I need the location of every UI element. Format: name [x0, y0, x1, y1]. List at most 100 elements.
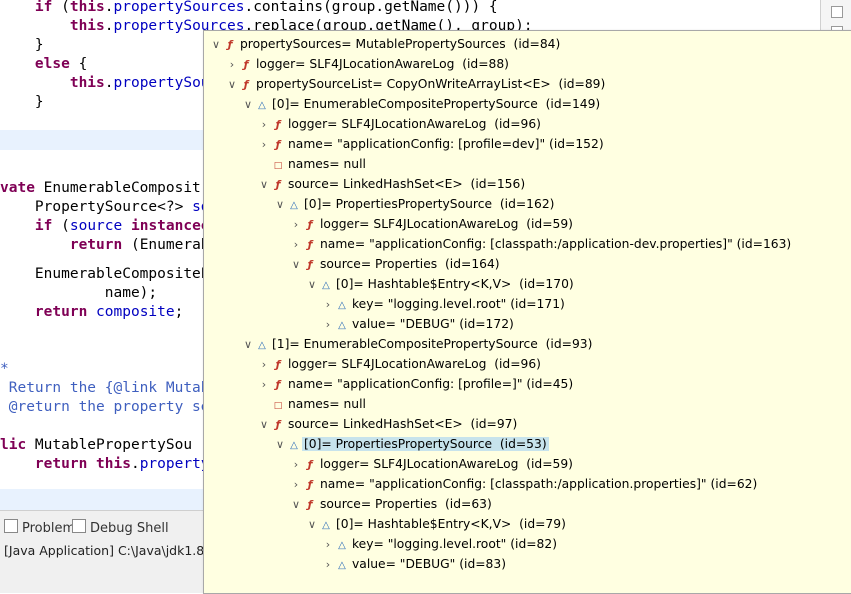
- variable-label: name= "applicationConfig: [classpath:/ap…: [320, 477, 758, 491]
- field-icon: ƒ: [243, 58, 249, 71]
- variable-row[interactable]: › ƒ logger= SLF4JLocationAwareLog (id=96): [258, 354, 543, 374]
- code-token: (: [52, 0, 70, 15]
- variable-row[interactable]: ∨ ƒ propertySourceList= CopyOnWriteArrayLi…: [226, 74, 607, 94]
- variable-row[interactable]: › △ key= "logging.level.root" (id=82): [322, 534, 559, 554]
- expand-arrow-icon[interactable]: ›: [258, 135, 270, 155]
- expand-arrow-icon[interactable]: ›: [290, 475, 302, 495]
- code-token: {: [69, 56, 88, 72]
- variable-row[interactable]: ∨ △ [0]= Hashtable$Entry<K,V> (id=79): [306, 514, 568, 534]
- expand-arrow-icon[interactable]: ›: [258, 375, 270, 395]
- collapse-arrow-icon[interactable]: ∨: [274, 435, 286, 455]
- variable-row[interactable]: › ƒ name= "applicationConfig: [classpath:/…: [290, 234, 793, 254]
- element-icon: △: [290, 200, 298, 211]
- code-token: @return the property se: [0, 399, 210, 415]
- console-status: [Java Application] C:\Java\jdk1.8.0_: [4, 543, 223, 558]
- variable-row[interactable]: ∨ ƒ propertySources= MutablePropertySource…: [210, 34, 562, 54]
- variable-row[interactable]: ∨ △ [0]= PropertiesPropertySource (id=53): [274, 434, 549, 454]
- code-token: }: [0, 37, 44, 53]
- field-icon: ƒ: [307, 458, 313, 471]
- variable-row[interactable]: □ names= null: [258, 394, 368, 414]
- variable-label: [0]= Hashtable$Entry<K,V> (id=79): [336, 517, 566, 531]
- editor-separator: [0, 489, 204, 510]
- variable-label: propertySources= MutablePropertySources …: [240, 37, 561, 51]
- collapse-arrow-icon[interactable]: ∨: [258, 175, 270, 195]
- variable-row[interactable]: ∨ ƒ source= Properties (id=164): [290, 254, 502, 274]
- code-token: .: [104, 75, 114, 91]
- collapse-arrow-icon[interactable]: ∨: [226, 75, 238, 95]
- code-token: }: [0, 94, 44, 110]
- code-token: ;: [174, 304, 184, 320]
- variable-row[interactable]: › ƒ name= "applicationConfig: [classpath:/…: [290, 474, 759, 494]
- element-icon: △: [338, 540, 346, 551]
- variable-row[interactable]: ∨ △ [0]= EnumerableCompositePropertySource…: [242, 94, 602, 114]
- variable-row[interactable]: › ƒ logger= SLF4JLocationAwareLog (id=59): [290, 214, 575, 234]
- tab-problems[interactable]: Problems: [4, 519, 82, 539]
- variable-row[interactable]: › △ value= "DEBUG" (id=83): [322, 554, 508, 574]
- variable-label: logger= SLF4JLocationAwareLog (id=59): [320, 457, 573, 471]
- field-icon: ƒ: [275, 118, 281, 131]
- code-token: name);: [0, 285, 158, 301]
- variable-label: name= "applicationConfig: [classpath:/ap…: [320, 237, 792, 251]
- collapse-arrow-icon[interactable]: ∨: [242, 95, 254, 115]
- expand-arrow-icon[interactable]: ›: [322, 555, 334, 575]
- field-icon: ƒ: [307, 218, 313, 231]
- collapse-arrow-icon[interactable]: ∨: [290, 495, 302, 515]
- expand-arrow-icon[interactable]: ›: [322, 315, 334, 335]
- variable-row[interactable]: ∨ △ [0]= PropertiesPropertySource (id=162): [274, 194, 556, 214]
- variable-row[interactable]: ∨ ƒ source= LinkedHashSet<E> (id=97): [258, 414, 519, 434]
- variable-row[interactable]: › ƒ logger= SLF4JLocationAwareLog (id=96): [258, 114, 543, 134]
- field-icon: ƒ: [307, 498, 313, 511]
- expand-arrow-icon[interactable]: ›: [290, 215, 302, 235]
- code-line: return (Enumerable: [0, 236, 227, 255]
- collapse-arrow-icon[interactable]: ∨: [290, 255, 302, 275]
- expand-arrow-icon[interactable]: ›: [290, 455, 302, 475]
- code-token: if: [34, 0, 53, 15]
- code-token: lic: [0, 437, 27, 453]
- element-icon: △: [290, 440, 298, 451]
- code-line: return composite;: [0, 303, 183, 322]
- variable-label: name= "applicationConfig: [profile=dev]"…: [288, 137, 604, 151]
- expand-arrow-icon[interactable]: ›: [322, 295, 334, 315]
- variable-row[interactable]: › ƒ logger= SLF4JLocationAwareLog (id=59): [290, 454, 575, 474]
- expand-arrow-icon[interactable]: ›: [258, 355, 270, 375]
- variable-row[interactable]: › ƒ logger= SLF4JLocationAwareLog (id=88): [226, 54, 511, 74]
- expand-arrow-icon[interactable]: ›: [322, 535, 334, 555]
- tab-debug-shell[interactable]: Debug Shell: [72, 519, 169, 539]
- code-token: return: [34, 456, 88, 472]
- variable-row[interactable]: □ names= null: [258, 154, 368, 174]
- variable-row[interactable]: ∨ △ [0]= Hashtable$Entry<K,V> (id=170): [306, 274, 576, 294]
- variable-row[interactable]: ∨ △ [1]= EnumerableCompositePropertySource…: [242, 334, 594, 354]
- collapse-arrow-icon[interactable]: ∨: [274, 195, 286, 215]
- code-token: (: [52, 218, 70, 234]
- variable-row[interactable]: ∨ ƒ source= LinkedHashSet<E> (id=156): [258, 174, 527, 194]
- expand-arrow-icon[interactable]: ›: [258, 115, 270, 135]
- expand-arrow-icon[interactable]: ›: [290, 235, 302, 255]
- code-token: composite: [96, 304, 175, 320]
- collapse-arrow-icon[interactable]: ∨: [258, 415, 270, 435]
- variable-row[interactable]: › ƒ name= "applicationConfig: [profile=]" …: [258, 374, 575, 394]
- collapse-arrow-icon[interactable]: ∨: [306, 515, 318, 535]
- element-icon: △: [338, 560, 346, 571]
- variable-row[interactable]: › ƒ name= "applicationConfig: [profile=dev…: [258, 134, 606, 154]
- collapse-arrow-icon[interactable]: ∨: [210, 35, 222, 55]
- expand-arrow-icon[interactable]: ›: [226, 55, 238, 75]
- field-icon: ƒ: [307, 478, 313, 491]
- null-field-icon: □: [273, 401, 283, 411]
- maximize-icon[interactable]: [831, 6, 843, 18]
- variable-inspect-popup[interactable]: ∨ ƒ propertySources= MutablePropertySource…: [203, 30, 851, 594]
- collapse-arrow-icon[interactable]: ∨: [242, 335, 254, 355]
- variable-row[interactable]: › △ value= "DEBUG" (id=172): [322, 314, 516, 334]
- collapse-arrow-icon[interactable]: ∨: [306, 275, 318, 295]
- variable-row[interactable]: ∨ ƒ source= Properties (id=63): [290, 494, 494, 514]
- code-token: PropertySource<?>: [0, 199, 193, 215]
- code-line: }: [0, 36, 44, 55]
- variable-label: source= LinkedHashSet<E> (id=156): [288, 177, 526, 191]
- variable-row[interactable]: › △ key= "logging.level.root" (id=171): [322, 294, 567, 314]
- code-token: else: [34, 56, 70, 72]
- field-icon: ƒ: [275, 378, 281, 391]
- field-icon: ƒ: [307, 238, 313, 251]
